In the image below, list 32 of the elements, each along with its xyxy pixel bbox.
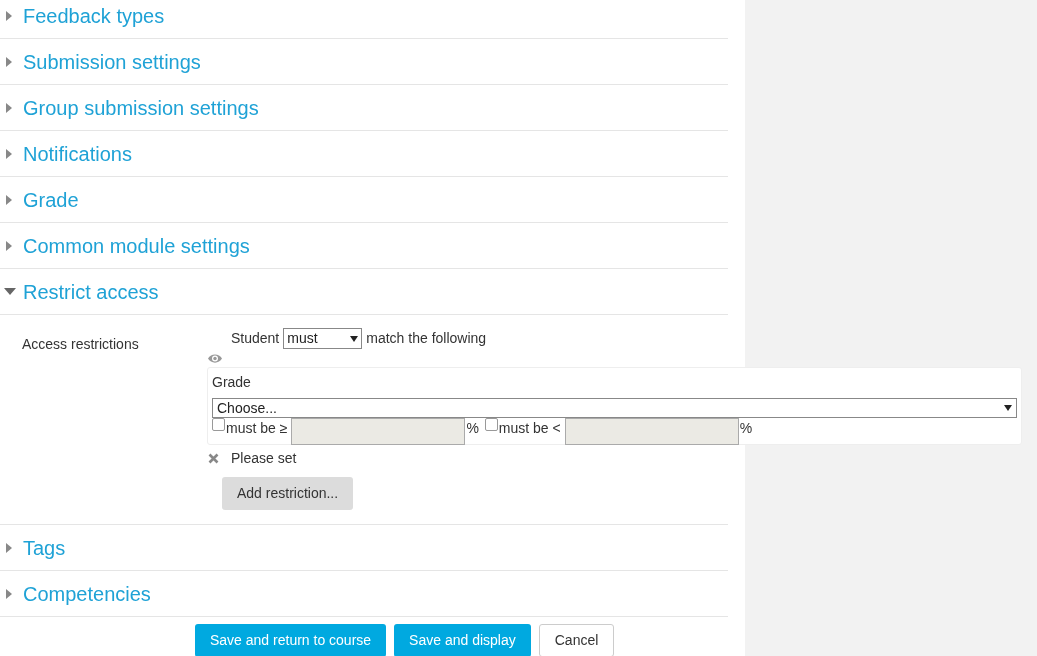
field-label: Access restrictions [22,335,140,354]
grade-select[interactable]: Choose... [212,398,1017,418]
condition-title: Grade [212,373,252,392]
secondary-button[interactable]: Cancel [538,624,615,656]
section-heading-link[interactable]: Restrict access [23,276,159,307]
match-label: match the following [366,329,487,348]
student-label: Student [231,329,280,348]
section-heading-link[interactable]: Feedback types [23,0,165,31]
max-grade-input[interactable] [564,418,739,445]
dropdown-caret-icon [350,335,359,342]
add-restriction-button[interactable]: Add restriction... [222,477,354,510]
percent-label: % [466,419,479,438]
section-heading-link[interactable]: Notifications [23,138,132,169]
min-grade-input[interactable] [291,418,466,445]
percent-label: % [739,419,753,438]
max-label: must be < [498,419,561,438]
section-heading-link[interactable]: Tags [23,532,66,563]
min-label: must be ≥ [226,419,288,438]
section-heading-link[interactable]: Group submission settings [23,92,259,123]
eye-icon[interactable] [207,353,223,364]
delete-icon[interactable] [208,453,219,464]
checkbox[interactable] [484,418,498,431]
primary-button[interactable]: Save and display [394,624,531,656]
section-heading-link[interactable]: Common module settings [23,230,250,261]
checkbox[interactable] [212,418,225,431]
section-heading-link[interactable]: Submission settings [23,46,201,77]
match-select[interactable]: must [283,328,363,349]
primary-button[interactable]: Save and return to course [195,624,387,656]
error-message: Please set [231,449,297,468]
dropdown-caret-icon [1004,405,1012,411]
section-heading-link[interactable]: Grade [23,184,79,215]
section-heading-link[interactable]: Competencies [23,578,151,609]
